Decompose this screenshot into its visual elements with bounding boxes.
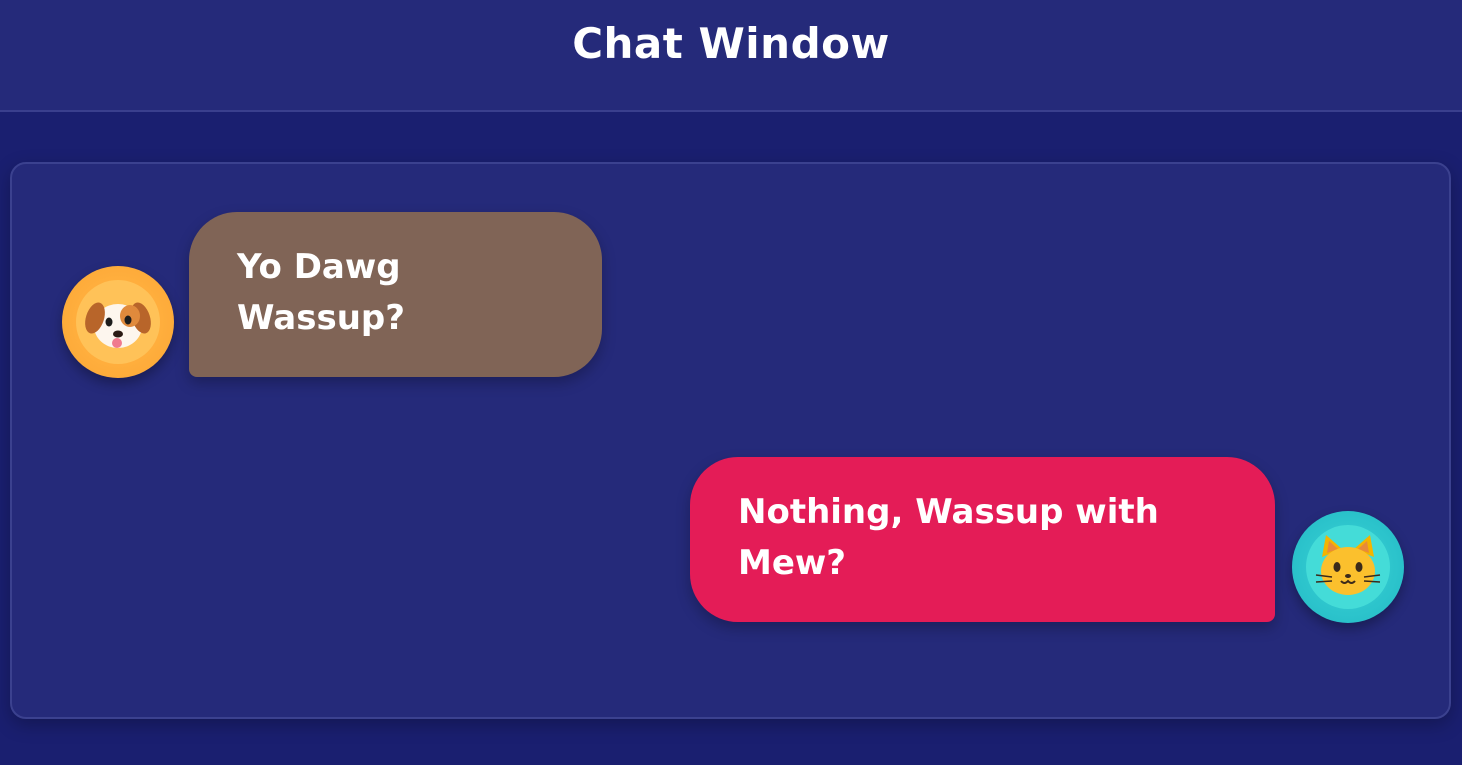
dog-face-icon bbox=[85, 302, 151, 348]
message-bubble-incoming: Yo Dawg Wassup? bbox=[189, 212, 602, 377]
chat-header: Chat Window bbox=[0, 0, 1462, 112]
avatar-cat bbox=[1292, 511, 1404, 623]
cat-face-icon bbox=[1315, 535, 1381, 595]
chat-messages-panel[interactable]: Yo Dawg Wassup? Nothing, Wassup with Mew… bbox=[10, 162, 1451, 719]
message-text: Mew? bbox=[738, 543, 847, 583]
message-bubble-outgoing: Nothing, Wassup with Mew? bbox=[690, 457, 1275, 622]
page-title: Chat Window bbox=[572, 19, 890, 68]
message-text: Nothing, Wassup with bbox=[738, 492, 1159, 532]
message-text: Wassup? bbox=[237, 298, 405, 338]
avatar-dog bbox=[62, 266, 174, 378]
message-text: Yo Dawg bbox=[237, 247, 401, 287]
